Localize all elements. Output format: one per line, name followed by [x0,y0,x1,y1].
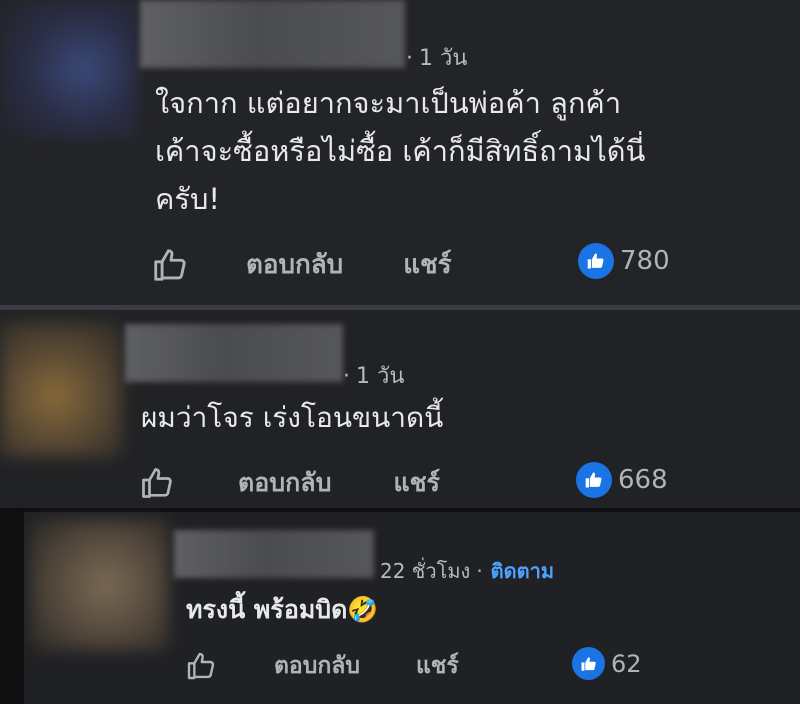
like-count: 668 [618,465,668,495]
avatar[interactable] [30,520,168,650]
comments-screenshot: · 1 วัน ใจกาก แต่อยากจะมาเป็นพ่อค้า ลูกค้… [0,0,800,704]
comment-2: · 1 วัน ผมว่าโจร เร่งโอนขนาดนี้ ตอบกลับ แ… [0,310,800,508]
comment-body: ใจกาก แต่อยากจะมาเป็นพ่อค้า ลูกค้า เค้าจ… [155,79,645,223]
comment-actions: ตอบกลับ แชร์ [138,463,440,503]
like-reaction-count[interactable]: 62 [572,647,642,680]
left-edge [0,512,24,704]
comment-time[interactable]: 1 วัน [356,364,404,389]
comment-body: ทรงนี้ พร้อมบิด🤣 [186,586,379,634]
thumbs-up-badge-icon [576,462,612,498]
separator-dot: · [476,559,483,583]
avatar[interactable] [0,0,138,138]
like-button[interactable] [138,465,176,501]
comment-line: ครับ! [155,182,221,216]
separator-dot: · [343,364,350,389]
comment-actions: ตอบกลับ แชร์ [184,648,459,684]
reply-button[interactable]: ตอบกลับ [274,648,360,684]
like-count: 780 [620,246,670,276]
thumbs-up-outline-icon [142,468,172,498]
comment-meta: · 1 วัน [343,358,404,393]
comment-time[interactable]: 22 ชั่วโมง [380,559,470,583]
comment-line: ผมว่าโจร เร่งโอนขนาดนี้ [141,401,444,434]
like-reaction-count[interactable]: 668 [576,462,668,498]
commenter-name-blurred[interactable] [125,324,343,382]
comment-3: 22 ชั่วโมง · ติดตาม ทรงนี้ พร้อมบิด🤣 ตอบกล… [24,512,800,704]
comment-line: เค้าจะซื้อหรือไม่ซื้อ เค้าก็มีสิทธิ์ถามไ… [155,134,646,168]
share-button[interactable]: แชร์ [393,463,440,503]
share-button[interactable]: แชร์ [416,648,459,684]
like-reaction-count[interactable]: 780 [578,243,670,279]
comment-time[interactable]: 1 วัน [419,46,467,71]
like-button[interactable] [184,650,218,682]
comment-meta: · 1 วัน [406,40,467,75]
commenter-name-blurred[interactable] [174,530,374,578]
separator-dot: · [406,46,413,71]
thumbs-up-badge-icon [578,243,614,279]
comment-body: ผมว่าโจร เร่งโอนขนาดนี้ [141,394,443,442]
comment-actions: ตอบกลับ แชร์ [150,244,452,285]
rolling-laughing-emoji: 🤣 [347,595,379,624]
comment-1: · 1 วัน ใจกาก แต่อยากจะมาเป็นพ่อค้า ลูกค้… [0,0,800,305]
like-button[interactable] [150,246,190,284]
like-count: 62 [611,649,642,678]
thumbs-up-outline-icon [187,652,215,680]
reply-button[interactable]: ตอบกลับ [238,463,331,503]
share-button[interactable]: แชร์ [403,244,451,285]
follow-button[interactable]: ติดตาม [491,559,554,583]
comment-meta: 22 ชั่วโมง · ติดตาม [380,555,554,587]
avatar[interactable] [0,322,122,457]
comment-line: ใจกาก แต่อยากจะมาเป็นพ่อค้า ลูกค้า [155,86,622,120]
reply-button[interactable]: ตอบกลับ [246,244,343,285]
comment-line: ทรงนี้ พร้อมบิด [186,595,348,624]
thumbs-up-badge-icon [572,647,605,680]
commenter-name-blurred[interactable] [140,0,405,68]
thumbs-up-outline-icon [154,248,186,281]
